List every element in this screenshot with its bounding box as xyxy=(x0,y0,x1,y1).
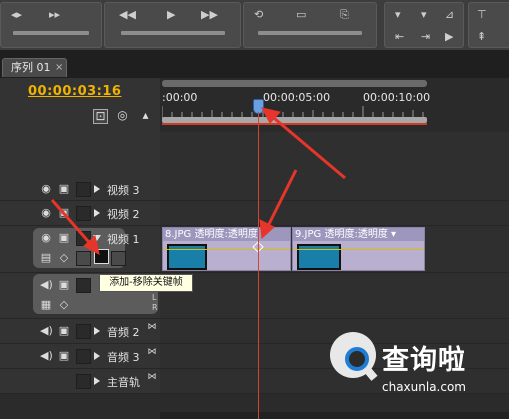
annotation-arrow-3 xyxy=(50,199,96,249)
annotation-arrow-1 xyxy=(267,111,346,180)
watermark-url: chaxunla.com xyxy=(382,380,466,394)
annotation-arrowhead-2 xyxy=(259,219,275,240)
annotation-arrow-2 xyxy=(263,169,298,233)
watermark-text: 查询啦 xyxy=(382,345,466,376)
